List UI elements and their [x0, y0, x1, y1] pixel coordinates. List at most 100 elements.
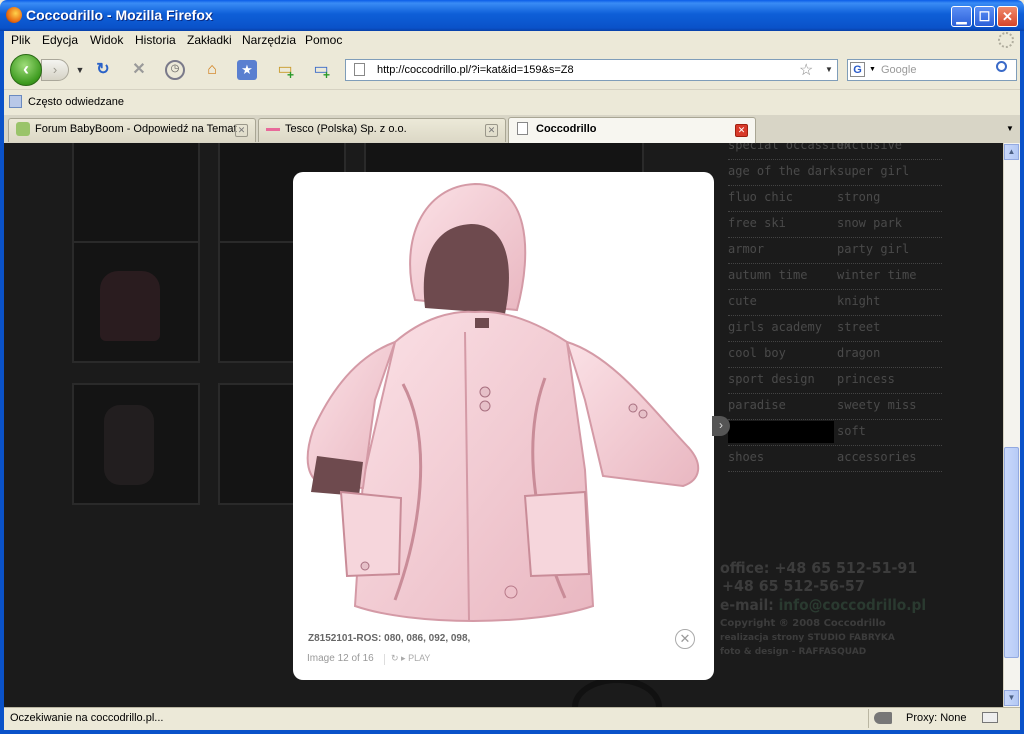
category-row	[728, 288, 942, 290]
category-link[interactable]: girls academy	[728, 320, 822, 334]
category-link[interactable]: super girl	[837, 164, 909, 178]
category-link[interactable]: dragon	[837, 346, 880, 360]
coat-button	[360, 561, 370, 571]
menu-widok[interactable]: Widok	[90, 33, 123, 47]
magnifier-icon[interactable]	[996, 61, 1007, 72]
category-link[interactable]: strong	[837, 190, 880, 204]
category-link[interactable]: cute	[728, 294, 757, 308]
bookmark-icon[interactable]: ★	[237, 60, 257, 80]
category-link[interactable]: party girl	[837, 242, 909, 256]
firefox-logo-icon	[6, 7, 22, 23]
babyboom-favicon-icon	[16, 122, 30, 136]
product-thumbnail[interactable]	[72, 143, 200, 245]
menu-pomoc[interactable]: Pomoc	[305, 33, 342, 47]
email-link[interactable]: info@coccodrillo.pl	[779, 596, 927, 614]
category-link[interactable]: winter time	[837, 268, 916, 282]
lightbox-close-button[interactable]: ✕	[675, 629, 695, 649]
proxy-status[interactable]: Proxy: None	[906, 712, 967, 724]
category-row	[728, 366, 942, 368]
category-highlight	[728, 421, 834, 443]
category-link[interactable]: knight	[837, 294, 880, 308]
category-row	[728, 210, 942, 212]
foto-design: foto & design - RAFFASQUAD	[720, 647, 867, 657]
category-link[interactable]: exclusive	[837, 143, 902, 152]
mail-icon[interactable]	[982, 712, 998, 723]
scroll-down-button[interactable]: ▼	[1004, 690, 1019, 706]
category-link[interactable]: street	[837, 320, 880, 334]
scrollbar-thumb[interactable]	[1004, 447, 1019, 658]
bookmark-folder-icon	[9, 95, 22, 108]
category-link[interactable]: princess	[837, 372, 895, 386]
tab-label: Forum BabyBoom - Odpowiedź na Temat	[35, 123, 237, 135]
office-label: office:	[720, 559, 770, 577]
close-button[interactable]: ✕	[997, 6, 1018, 27]
category-link[interactable]: soft	[837, 424, 866, 438]
menu-historia[interactable]: Historia	[135, 33, 176, 47]
category-row	[728, 470, 942, 472]
category-link[interactable]: accessories	[837, 450, 916, 464]
window-title: Coccodrillo - Mozilla Firefox	[26, 7, 213, 23]
realizacja: realizacja strony STUDIO FABRYKA	[720, 633, 895, 643]
category-row	[728, 262, 942, 264]
stop-icon[interactable]: ✕	[129, 60, 149, 80]
left-cuff	[311, 456, 363, 496]
category-link[interactable]: snow park	[837, 216, 902, 230]
category-link[interactable]: shoes	[728, 450, 764, 464]
back-button[interactable]: ‹	[10, 54, 42, 86]
category-link[interactable]: paradise	[728, 398, 786, 412]
category-row	[728, 444, 942, 446]
page-favicon-icon	[517, 122, 528, 135]
category-link[interactable]: sweety miss	[837, 398, 916, 412]
category-link[interactable]: armor	[728, 242, 764, 256]
category-row	[728, 314, 942, 316]
home-icon[interactable]: ⌂	[202, 60, 222, 80]
reload-icon[interactable]: ↻	[93, 60, 113, 80]
tab-label: Coccodrillo	[536, 123, 597, 135]
category-link[interactable]: fluo chic	[728, 190, 793, 204]
status-divider	[868, 709, 869, 728]
tab-close-icon[interactable]: ✕	[735, 124, 748, 137]
category-link[interactable]: cool boy	[728, 346, 786, 360]
slideshow-play-button[interactable]: ↻ ▸ PLAY	[391, 653, 430, 664]
category-link[interactable]: autumn time	[728, 268, 807, 282]
category-link[interactable]: age of the dark	[728, 164, 836, 178]
url-dropdown-icon[interactable]: ▼	[825, 65, 833, 74]
star-icon[interactable]: ☆	[799, 60, 813, 80]
status-text: Oczekiwanie na coccodrillo.pl...	[10, 712, 164, 724]
menu-edycja[interactable]: Edycja	[42, 33, 78, 47]
tab-list-icon[interactable]: ▼	[1006, 124, 1014, 133]
search-engine-icon[interactable]: G	[850, 62, 865, 77]
search-input[interactable]: Google	[881, 64, 916, 76]
search-engine-dropdown-icon[interactable]: ▼	[869, 66, 876, 73]
coat-button	[479, 386, 491, 398]
bookmarks-toolbar	[4, 89, 1020, 116]
scroll-up-button[interactable]: ▲	[1004, 144, 1019, 160]
caption-divider	[384, 654, 385, 665]
category-link[interactable]: special occassion	[728, 143, 851, 152]
coat-button	[479, 400, 491, 412]
category-link[interactable]: sport design	[728, 372, 815, 386]
proxy-icon[interactable]	[874, 712, 892, 724]
email-label: e-mail:	[720, 596, 774, 614]
tesco-favicon-icon	[266, 128, 280, 131]
thumbnail-jacket-shape	[100, 271, 160, 341]
menu-zakladki[interactable]: Zakładki	[187, 33, 232, 47]
menu-narzedzia[interactable]: Narzędzia	[242, 33, 296, 47]
dropdown-icon[interactable]: ▼	[70, 60, 90, 80]
category-link[interactable]: free ski	[728, 216, 786, 230]
image-counter: Image 12 of 16	[307, 653, 374, 664]
right-pocket	[523, 490, 591, 578]
minimize-button[interactable]: ▁	[951, 6, 972, 27]
bookmark-czesto-odwiedzane[interactable]: Często odwiedzane	[28, 96, 124, 108]
menu-plik[interactable]: Plik	[11, 33, 30, 47]
tab-close-icon[interactable]: ✕	[235, 124, 248, 137]
thumbnail-suit-shape	[104, 405, 154, 485]
coat-button	[638, 409, 648, 419]
product-image	[306, 182, 699, 622]
history-icon[interactable]: ◷	[165, 60, 185, 80]
url-text[interactable]: http://coccodrillo.pl/?i=kat&id=159&s=Z8	[377, 64, 574, 76]
tab-close-icon[interactable]: ✕	[485, 124, 498, 137]
maximize-button[interactable]: ☐	[974, 6, 995, 27]
forward-button[interactable]: ›	[41, 59, 69, 81]
play-label: PLAY	[408, 653, 431, 663]
